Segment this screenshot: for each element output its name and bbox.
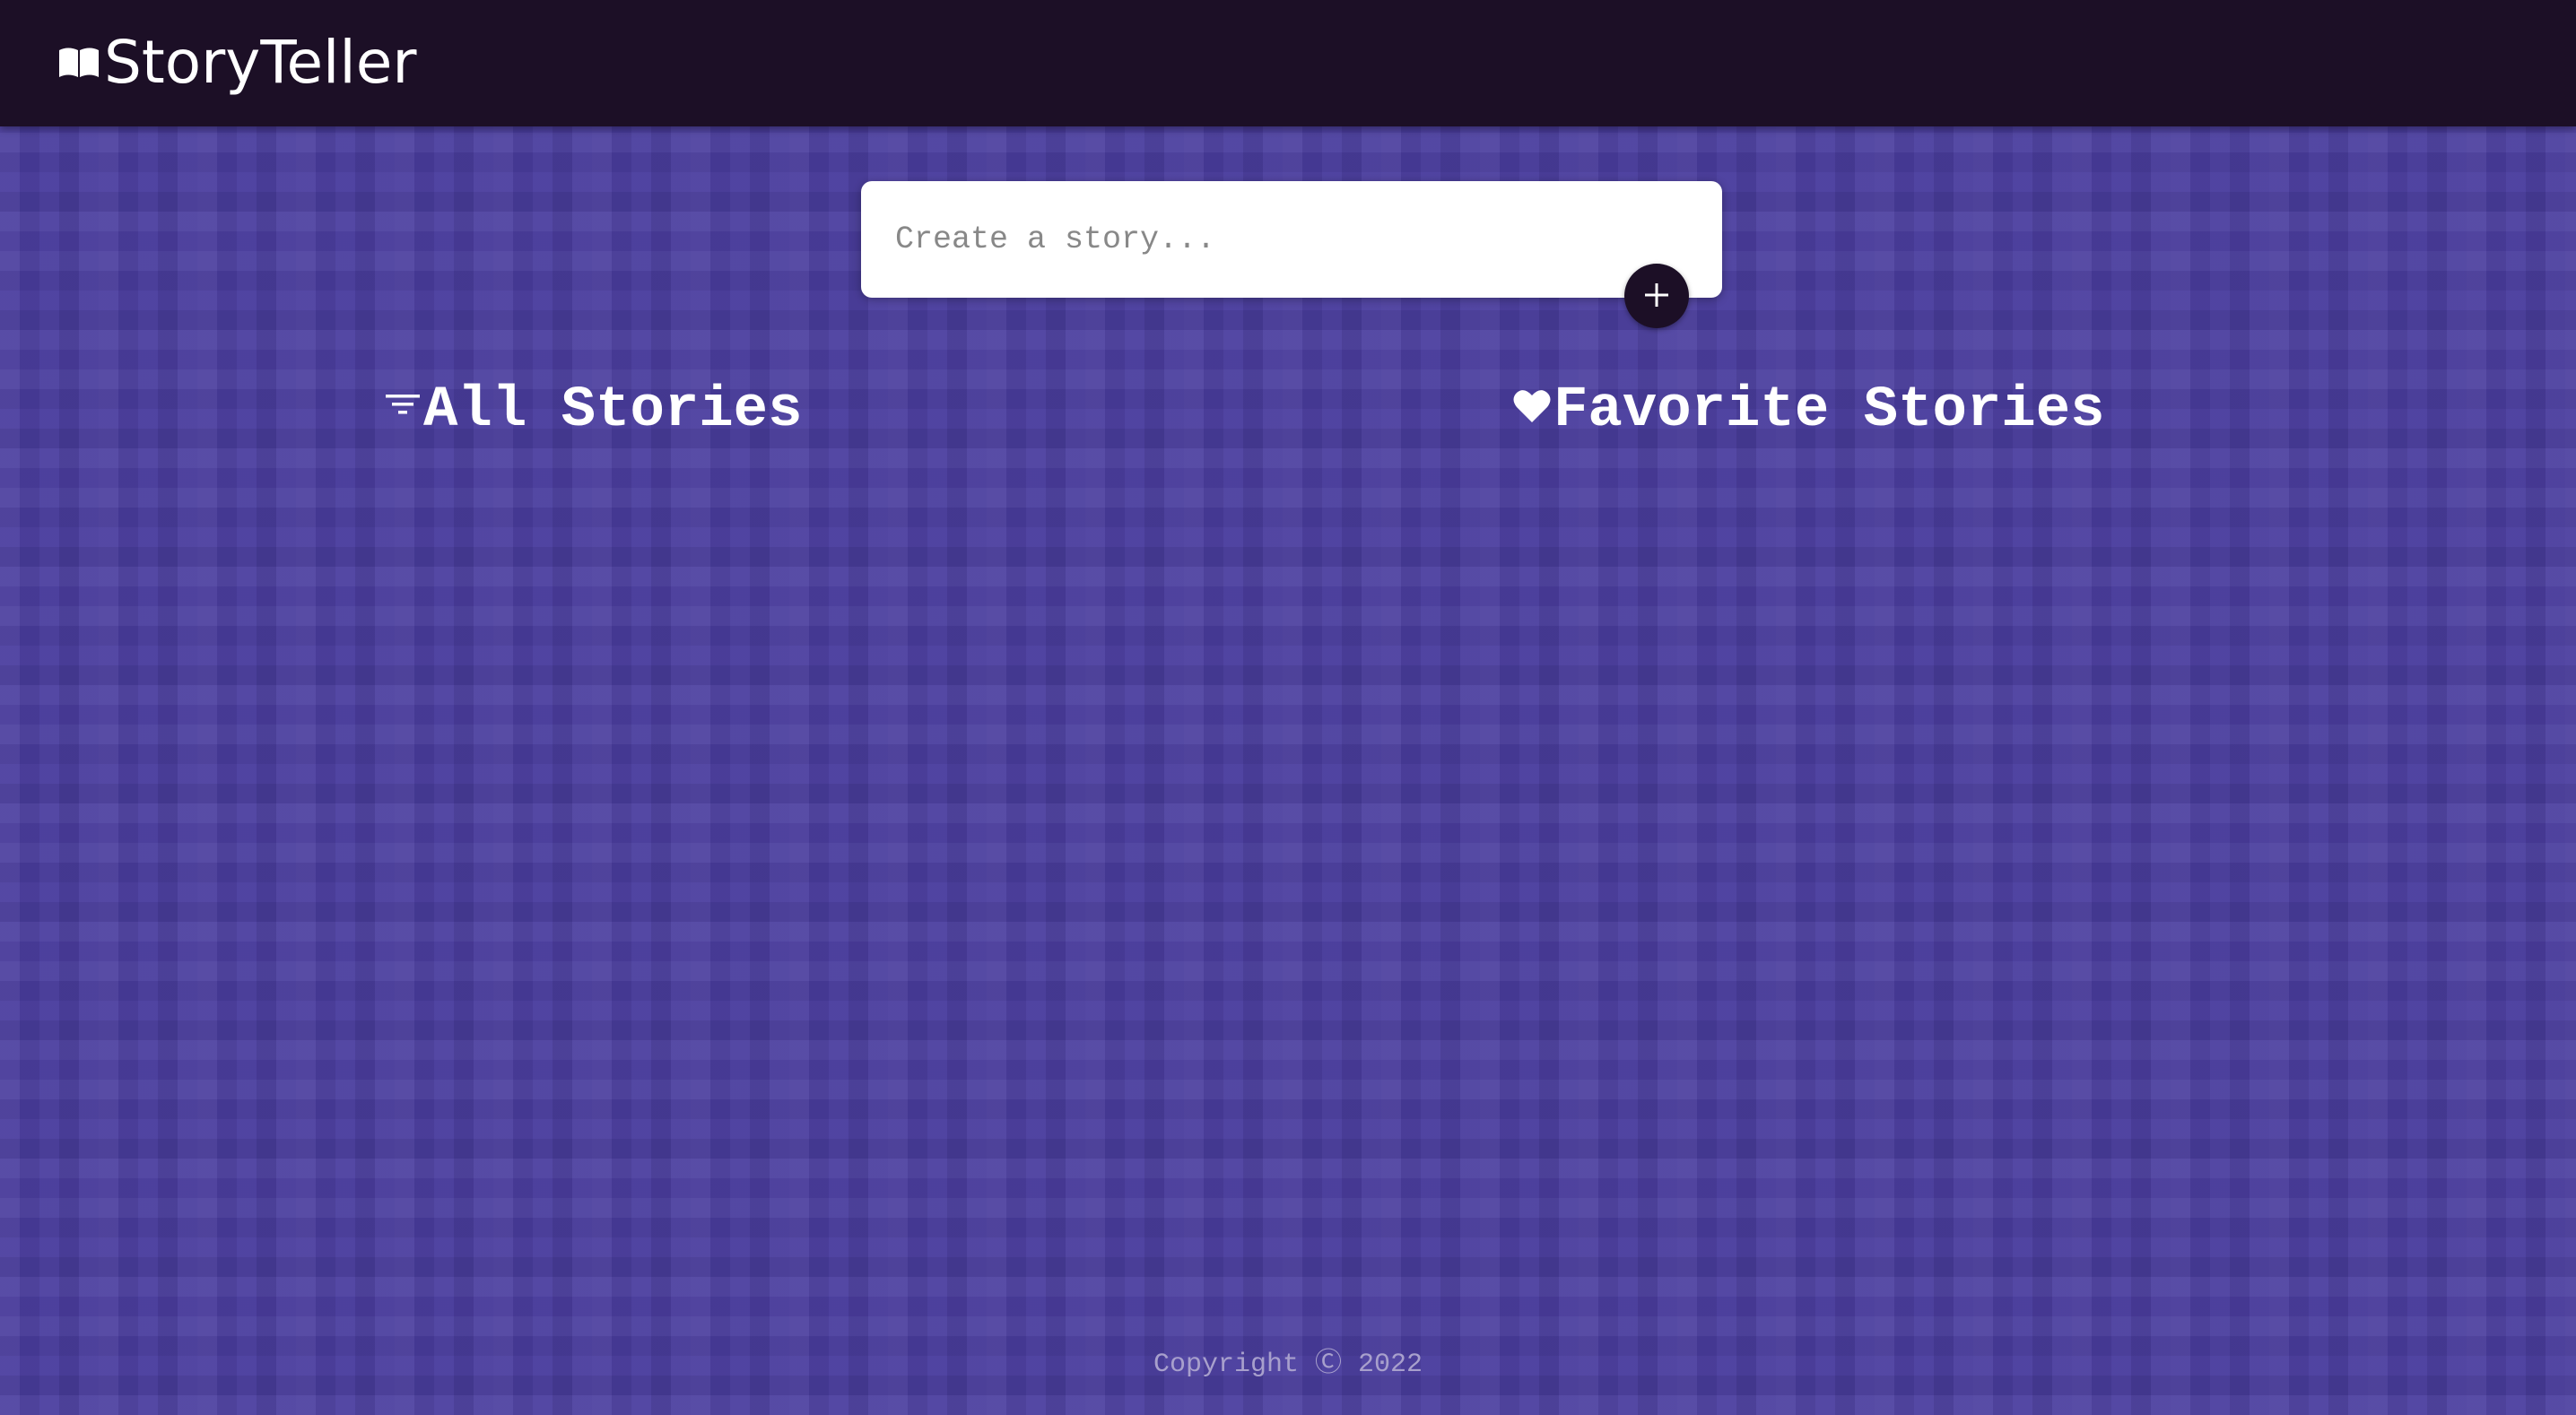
- favorite-stories-title: Favorite Stories: [1553, 378, 2105, 444]
- all-stories-title: All Stories: [423, 378, 803, 444]
- navbar: StoryTeller: [0, 0, 2576, 126]
- create-story-box: [861, 181, 1722, 298]
- copyright-text: Copyright Ⓒ 2022: [1153, 1350, 1423, 1380]
- open-book-icon: [57, 45, 100, 81]
- plus-icon: [1641, 280, 1672, 313]
- all-stories-heading: All Stories: [384, 376, 802, 446]
- heart-icon: [1512, 376, 1552, 446]
- create-story-input[interactable]: [861, 181, 1722, 298]
- footer: Copyright Ⓒ 2022: [0, 1345, 2576, 1385]
- favorite-stories-heading: Favorite Stories: [1512, 376, 2105, 446]
- filter-icon: [384, 376, 422, 446]
- add-story-button[interactable]: [1624, 264, 1689, 328]
- app-title: StoryTeller: [104, 28, 417, 97]
- brand-logo[interactable]: StoryTeller: [57, 27, 416, 99]
